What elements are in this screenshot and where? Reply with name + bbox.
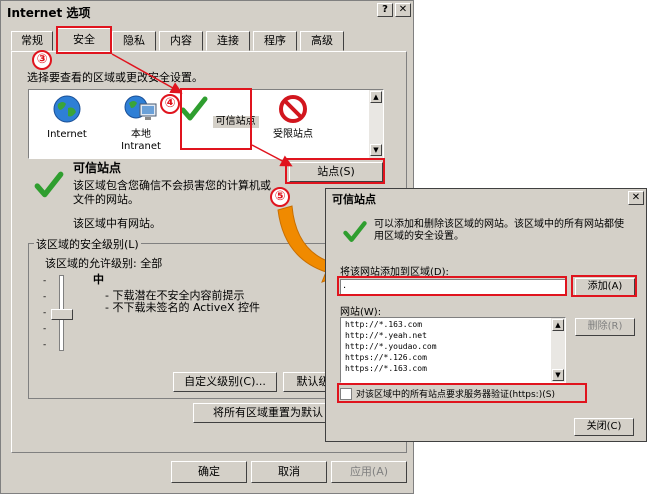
add-input-highlight [337, 276, 567, 296]
websites-scroll-up[interactable]: ▲ [552, 319, 564, 331]
arrow-step-4-to-5 [251, 144, 293, 167]
website-item[interactable]: https://*.126.com [345, 353, 427, 363]
trusted-dialog-title: 可信站点 [332, 193, 376, 206]
websites-scroll-down[interactable]: ▼ [552, 369, 564, 381]
websites-list[interactable]: http://*.163.com http://*.yeah.net http:… [340, 317, 566, 383]
remove-button[interactable]: 删除(R) [575, 318, 635, 336]
info-checkmark-icon [343, 221, 367, 242]
websites-label: 网站(W): [340, 307, 382, 318]
trusted-sites-dialog: 可信站点 ✕ 可以添加和删除该区域的网站。该区域中的所有网站都使 用区域的安全设… [325, 188, 647, 442]
trusted-title-bar: 可信站点 ✕ [326, 189, 646, 207]
website-item[interactable]: http://*.youdao.com [345, 342, 437, 352]
website-item[interactable]: https://*.163.com [345, 364, 427, 374]
trusted-info-text: 可以添加和删除该区域的网站。该区域中的所有网站都使 用区域的安全设置。 [374, 219, 624, 242]
close-dialog-button[interactable]: 关闭(C) [574, 418, 634, 436]
websites-scrollbar[interactable]: ▲ ▼ [551, 318, 565, 382]
arrow-step-3-to-4 [111, 53, 183, 94]
website-item[interactable]: http://*.yeah.net [345, 331, 427, 341]
website-item[interactable]: http://*.163.com [345, 320, 422, 330]
add-button-highlight [571, 275, 637, 297]
require-https-highlight [337, 383, 587, 403]
trusted-close-button[interactable]: ✕ [628, 191, 644, 205]
